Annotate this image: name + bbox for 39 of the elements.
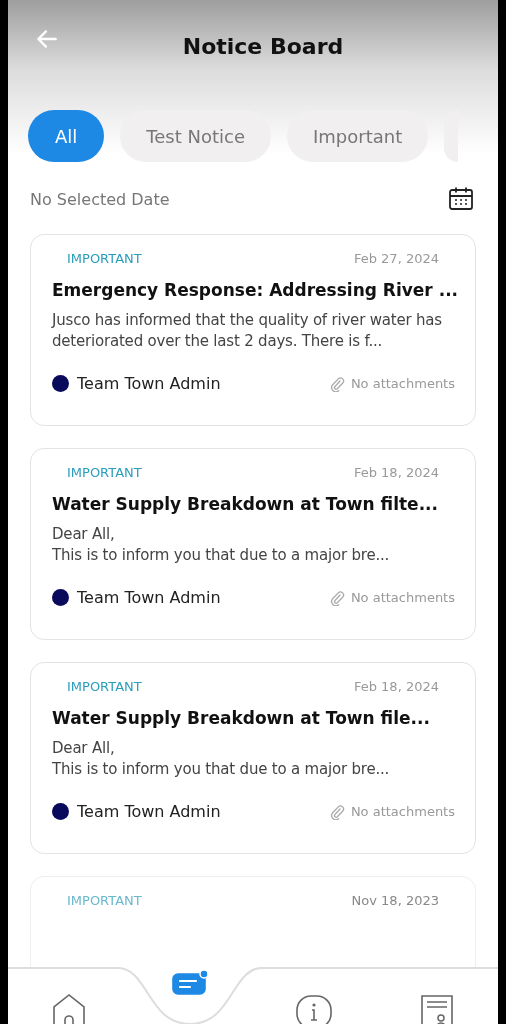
- notice-date: Nov 18, 2023: [351, 893, 439, 908]
- author-name: Team Town Admin: [77, 588, 222, 607]
- notice-tag: IMPORTANT: [67, 679, 142, 694]
- filter-chip[interactable]: All: [28, 110, 105, 162]
- notice-date: Feb 18, 2024: [353, 465, 439, 480]
- notice-title: Emergency Response: Addressing River ...: [52, 280, 455, 300]
- paperclip-icon: [328, 589, 345, 606]
- attachment-status: No attachments: [350, 376, 455, 391]
- calendar-icon[interactable]: [448, 186, 474, 212]
- info-icon[interactable]: [295, 994, 333, 1024]
- notice-title: Water Supply Breakdown at Town file...: [52, 708, 431, 728]
- notice-date: Feb 18, 2024: [353, 679, 439, 694]
- notice-excerpt: Jusco has informed that the quality of river water has deteriorated over the last 2 days. There is f...: [52, 310, 443, 352]
- notice-tag: IMPORTANT: [67, 465, 142, 480]
- notice-tag: IMPORTANT: [67, 251, 142, 266]
- home-icon[interactable]: [51, 992, 87, 1024]
- paperclip-icon: [328, 375, 345, 392]
- author-avatar-icon: [52, 803, 69, 820]
- notice-title: Water Supply Breakdown at Town filte...: [52, 494, 440, 514]
- author-name: Team Town Admin: [77, 802, 222, 821]
- author-name: Team Town Admin: [77, 374, 222, 393]
- notice-card[interactable]: IMPORTANT Feb 18, 2024 Water Supply Breakdown at Town file... Dear All, This is to inform you that due to a major bre... Team Town Admin No attachments: [30, 662, 476, 854]
- attachment-status: No attachments: [350, 804, 455, 819]
- filter-chip[interactable]: Important: [287, 110, 429, 162]
- author-avatar-icon: [52, 375, 69, 392]
- notice-card[interactable]: IMPORTANT Feb 27, 2024 Emergency Response: Addressing River ... Jusco has informed that the quality of river water has deteriorated over the last 2 days. There is f... Team Town Admin No attachments: [30, 234, 476, 426]
- author-avatar-icon: [52, 589, 69, 606]
- paperclip-icon: [328, 803, 345, 820]
- notice-excerpt: Dear All, This is to inform you that due to a major bre...: [52, 524, 391, 566]
- notice-card[interactable]: IMPORTANT Feb 18, 2024 Water Supply Breakdown at Town filte... Dear All, This is to inform you that due to a major bre... Team Town Admin No attachments: [30, 448, 476, 640]
- screen-title: Notice Board: [182, 34, 344, 61]
- notice-date: Feb 27, 2024: [353, 251, 439, 266]
- notice-excerpt: Dear All, This is to inform you that due to a major bre...: [52, 738, 391, 780]
- message-icon[interactable]: [171, 968, 209, 996]
- profile-card-icon[interactable]: [420, 994, 454, 1024]
- notice-tag: IMPORTANT: [67, 893, 142, 908]
- filter-chip[interactable]: Test Notice: [120, 110, 271, 162]
- attachment-status: No attachments: [350, 590, 455, 605]
- date-filter-placeholder[interactable]: No Selected Date: [30, 189, 170, 209]
